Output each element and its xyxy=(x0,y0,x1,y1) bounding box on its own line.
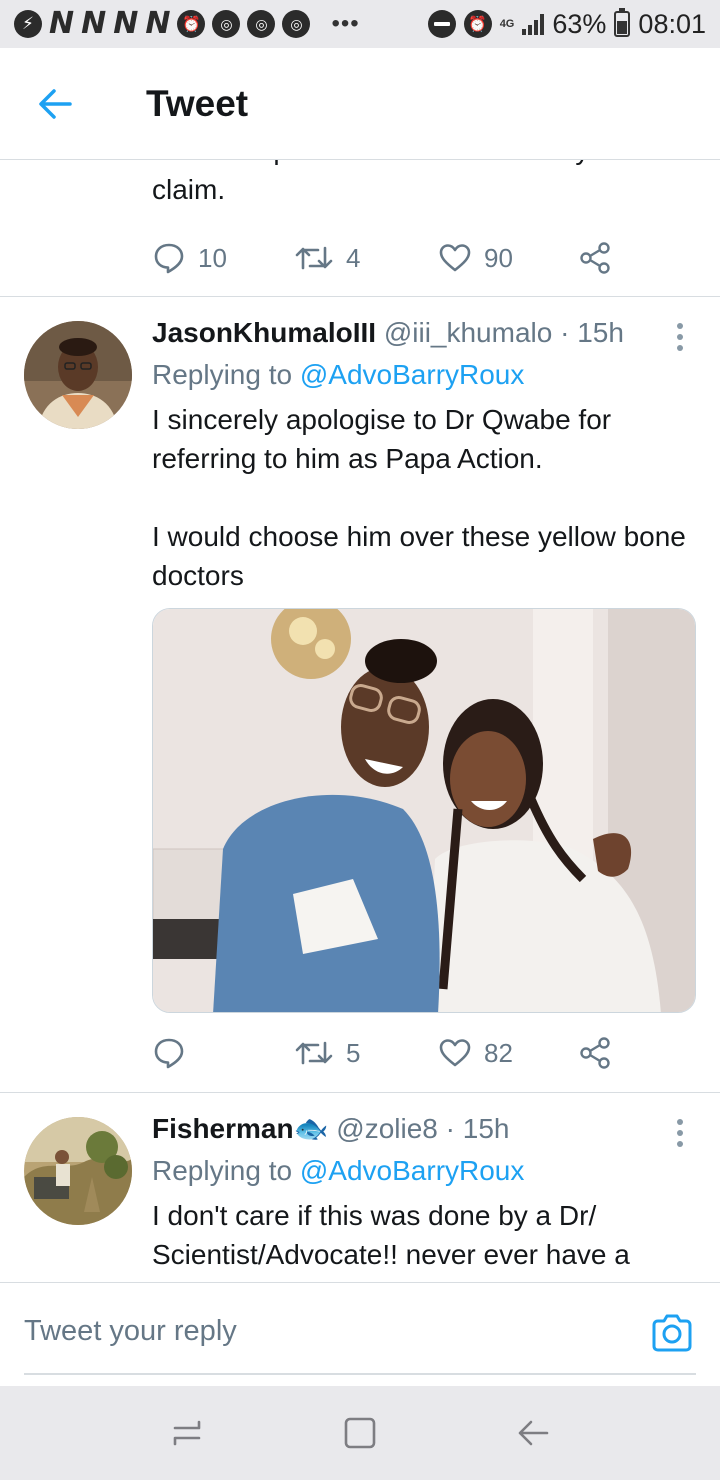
home-icon xyxy=(344,1417,376,1449)
battery-icon xyxy=(614,8,631,37)
notification-n-icon: N xyxy=(145,6,171,41)
app-notification-icon: ◎ xyxy=(282,10,311,38)
reply-icon xyxy=(154,243,184,274)
reply-count: 10 xyxy=(198,242,227,273)
back-nav-icon xyxy=(519,1420,549,1446)
tweet-image[interactable] xyxy=(152,608,696,1013)
arrow-left-icon xyxy=(39,88,72,119)
user-handle[interactable]: @zolie8 xyxy=(336,1113,438,1144)
tweet-header: JasonKhumaloIII @iii_khumalo · 15h xyxy=(152,313,624,353)
tweet[interactable]: JasonKhumaloIII @iii_khumalo · 15h Reply… xyxy=(0,297,720,1092)
recents-icon xyxy=(173,1420,200,1446)
photo-two-women xyxy=(153,609,695,1012)
fish-emoji-icon: 🐟 xyxy=(293,1113,329,1144)
app-notification-icon: ◎ xyxy=(212,10,241,38)
retweet-icon xyxy=(295,1041,333,1065)
clock: 08:01 xyxy=(638,8,706,39)
status-system: ⏰ 4G 63% 08:01 xyxy=(427,8,706,40)
avatar-image xyxy=(24,321,132,429)
system-nav-bar xyxy=(0,1386,720,1480)
share-icon xyxy=(580,242,610,274)
reply-button[interactable] xyxy=(152,1033,198,1073)
avatar[interactable] xyxy=(24,1117,132,1225)
reply-input-underline xyxy=(24,1373,696,1375)
home-button[interactable] xyxy=(340,1413,380,1453)
signal-icon xyxy=(522,13,545,35)
retweet-count: 5 xyxy=(346,1037,361,1068)
tweet-time: 15h xyxy=(577,317,624,348)
battery-percent: 63% xyxy=(552,8,607,39)
avatar-image xyxy=(24,1117,132,1225)
tweet-thread[interactable]: a case at police station and make your c… xyxy=(0,160,720,1282)
heart-icon xyxy=(439,244,471,272)
alarm-icon: ⏰ xyxy=(463,10,492,38)
reply-button[interactable]: 10 xyxy=(152,238,227,278)
replying-to: Replying to @AdvoBarryRoux xyxy=(152,355,524,395)
retweet-button[interactable]: 5 xyxy=(294,1033,360,1073)
share-button[interactable] xyxy=(578,238,612,278)
user-handle[interactable]: @iii_khumalo xyxy=(384,317,553,348)
more-notifications-icon: ••• xyxy=(331,10,360,37)
share-button[interactable] xyxy=(578,1033,612,1073)
like-button[interactable]: 82 xyxy=(438,1033,513,1073)
tweet[interactable]: Fisherman🐟 @zolie8 · 15h Replying to @Ad… xyxy=(0,1093,720,1282)
reply-icon xyxy=(154,1038,184,1069)
retweet-button[interactable]: 4 xyxy=(294,238,360,278)
back-button[interactable] xyxy=(0,48,110,160)
tweet-time: 15h xyxy=(462,1113,510,1144)
tweet-text: a case at police station and make your c… xyxy=(152,160,692,210)
replying-label: Replying to xyxy=(152,359,293,390)
reply-input[interactable]: Tweet your reply xyxy=(24,1315,237,1348)
tweet-text-line: a case at police station and make your xyxy=(152,160,692,170)
display-name[interactable]: Fisherman xyxy=(152,1113,294,1144)
tweet-text-line: claim. xyxy=(152,174,226,205)
notification-n-icon: N xyxy=(49,6,75,41)
retweet-icon xyxy=(295,246,333,270)
network-type: 4G xyxy=(499,18,515,30)
separator-dot: · xyxy=(445,1113,455,1144)
tweet-text: I sincerely apologise to Dr Qwabe for re… xyxy=(152,404,686,591)
replying-to: Replying to @AdvoBarryRoux xyxy=(152,1151,524,1191)
notification-n-icon: N xyxy=(113,6,139,41)
share-icon xyxy=(580,1037,610,1069)
recents-button[interactable] xyxy=(167,1413,207,1453)
replying-label: Replying to xyxy=(152,1155,293,1186)
tweet-text: I don't care if this was done by a Dr/ S… xyxy=(152,1200,630,1270)
replying-to-handle[interactable]: @AdvoBarryRoux xyxy=(300,1155,525,1186)
lightning-notification-icon: ⚡ xyxy=(14,10,42,38)
tweet-header: Fisherman🐟 @zolie8 · 15h xyxy=(152,1109,509,1149)
status-bar: ⚡ N N N N ⏰ ◎ ◎ ◎ ••• ⏰ 4G 63% 08:01 xyxy=(0,0,720,48)
separator-dot: · xyxy=(560,317,570,348)
app-notification-icon: ◎ xyxy=(247,10,276,38)
notification-n-icon: N xyxy=(81,6,107,41)
avatar[interactable] xyxy=(24,321,132,429)
like-button[interactable]: 90 xyxy=(438,238,513,278)
camera-icon xyxy=(652,1314,692,1352)
camera-button[interactable] xyxy=(650,1311,694,1355)
app-header: Tweet xyxy=(0,48,720,160)
like-count: 90 xyxy=(484,242,513,273)
status-notifications: ⚡ N N N N ⏰ ◎ ◎ ◎ ••• xyxy=(14,9,360,39)
reply-bar: Tweet your reply xyxy=(0,1282,720,1386)
do-not-disturb-icon xyxy=(427,10,456,38)
like-count: 82 xyxy=(484,1037,513,1068)
back-nav-button[interactable] xyxy=(513,1413,553,1453)
more-options-button[interactable] xyxy=(670,1119,690,1147)
heart-icon xyxy=(439,1039,471,1067)
replying-to-handle[interactable]: @AdvoBarryRoux xyxy=(300,359,525,390)
retweet-count: 4 xyxy=(346,242,361,273)
alarm-notification-icon: ⏰ xyxy=(177,10,206,38)
page-title: Tweet xyxy=(146,82,249,124)
more-options-button[interactable] xyxy=(670,323,690,351)
display-name[interactable]: JasonKhumaloIII xyxy=(152,317,376,348)
